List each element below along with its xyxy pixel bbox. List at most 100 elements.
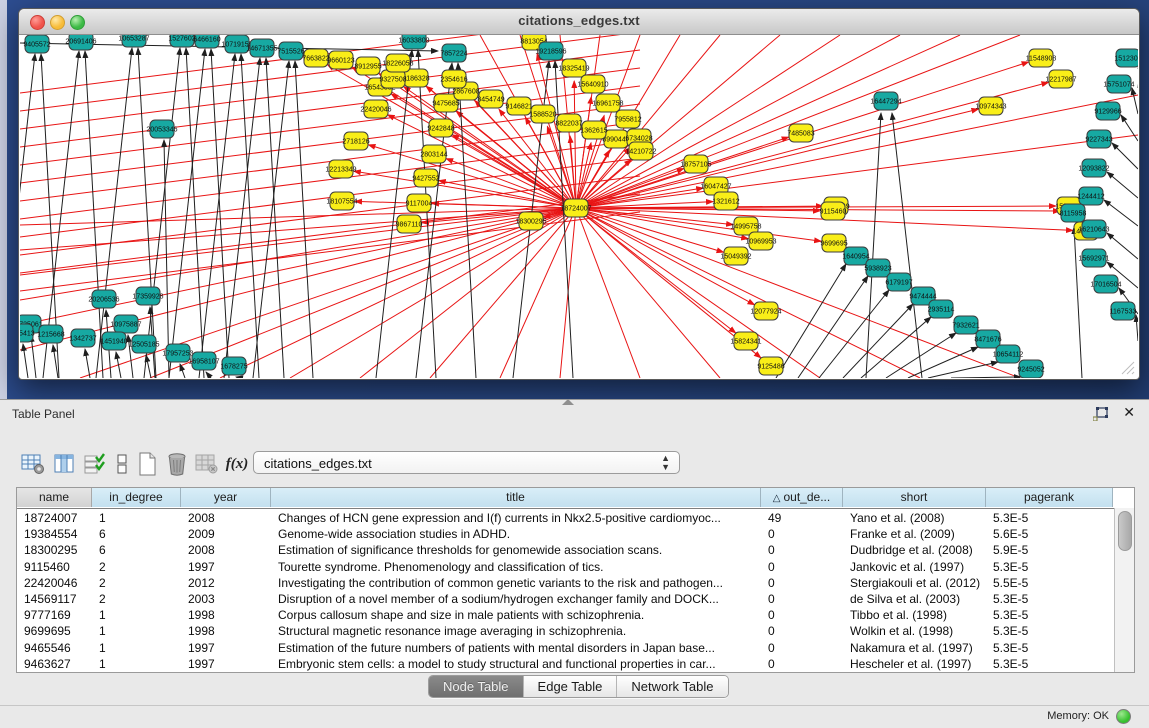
graph-node[interactable]: 9405572 [23,35,50,53]
cell-in_degree[interactable]: 1 [92,607,181,623]
import-table-icon[interactable] [192,450,222,478]
graph-node[interactable]: 1451940 [100,332,127,350]
graph-node[interactable]: 9227343 [1085,130,1112,148]
cell-year[interactable]: 2003 [181,591,271,607]
cell-name[interactable]: 9699695 [17,623,92,639]
cell-in_degree[interactable]: 2 [92,575,181,591]
graph-node[interactable]: 18107554 [326,192,357,210]
cell-title[interactable]: Structural magnetic resonance image aver… [271,623,761,639]
function-builder-icon[interactable]: f(x) [222,450,252,478]
graph-node[interactable]: 9115460 [820,202,847,220]
graph-node[interactable]: 9129966 [1094,102,1121,120]
graph-node[interactable]: 7955812 [614,110,641,128]
graph-node[interactable]: 2803144 [420,145,447,163]
graph-node[interactable]: 11548908 [1026,49,1057,67]
graph-node[interactable]: 18757105 [680,155,711,173]
cell-name[interactable]: 18300295 [17,542,92,558]
network-canvas[interactable]: 8813054183254191564091016961758795581289… [20,35,1138,378]
window-titlebar[interactable]: citations_edges.txt [19,9,1139,35]
cell-short[interactable]: Yano et al. (2008) [843,510,986,526]
cell-name[interactable]: 19384554 [17,526,92,542]
graph-node[interactable]: 9146821 [505,97,532,115]
graph-node[interactable]: 1342737 [69,329,96,347]
cell-pagerank[interactable]: 5.3E-5 [986,640,1113,656]
cell-name[interactable]: 9777169 [17,607,92,623]
table-settings-icon[interactable] [18,450,48,478]
cell-short[interactable]: Hescheler et al. (1997) [843,656,986,672]
resize-grip-icon[interactable] [1119,359,1135,375]
column-header-pagerank[interactable]: pagerank [986,488,1113,507]
graph-node[interactable]: 1215668 [37,325,64,343]
graph-node[interactable]: 8912955 [354,57,381,75]
table-row[interactable]: 946362711997Embryonic stem cells: a mode… [17,656,1113,672]
graph-hub-node[interactable]: 18724007 [560,199,591,217]
graph-node[interactable]: 14210722 [625,142,656,160]
cell-out_de[interactable]: 0 [761,607,843,623]
graph-node[interactable]: 1321612 [712,192,739,210]
cell-pagerank[interactable]: 5.3E-5 [986,656,1113,672]
graph-node[interactable]: 15692971 [1078,249,1109,267]
cell-out_de[interactable]: 0 [761,526,843,542]
graph-node[interactable]: 7485083 [787,124,814,142]
cell-short[interactable]: Wolkin et al. (1998) [843,623,986,639]
graph-node[interactable]: 7663822 [302,49,329,67]
graph-node[interactable]: 20691406 [65,35,96,50]
cell-name[interactable]: 9115460 [17,559,92,575]
graph-node[interactable]: 7857224 [440,44,467,62]
cell-title[interactable]: Embryonic stem cells: a model to study s… [271,656,761,672]
cell-short[interactable]: Stergiakouli et al. (2012) [843,575,986,591]
cell-year[interactable]: 2008 [181,542,271,558]
cell-name[interactable]: 18724007 [17,510,92,526]
table-row[interactable]: 1830029562008Estimation of significance … [17,542,1113,558]
cell-out_de[interactable]: 0 [761,591,843,607]
graph-node[interactable]: 12093822 [1078,159,1109,177]
cell-name[interactable]: 22420046 [17,575,92,591]
cell-in_degree[interactable]: 1 [92,656,181,672]
graph-node[interactable]: 8454749 [477,90,504,108]
graph-node[interactable]: 10974343 [975,97,1006,115]
cell-short[interactable]: Franke et al. (2009) [843,526,986,542]
cell-out_de[interactable]: 49 [761,510,843,526]
graph-node[interactable]: 15640910 [577,75,608,93]
graph-node[interactable]: 9660123 [327,51,354,69]
column-header-title[interactable]: title [271,488,761,507]
cell-in_degree[interactable]: 1 [92,510,181,526]
graph-node[interactable]: 9245052 [1017,360,1044,378]
tab-edge-table[interactable]: Edge Table [524,676,618,697]
graph-node[interactable]: 9699695 [820,234,847,252]
graph-node[interactable]: 7932621 [952,316,979,334]
graph-node[interactable]: 15751074 [1103,75,1134,93]
graph-node[interactable]: 18300295 [515,212,546,230]
graph-node[interactable]: 8822037 [555,114,582,132]
graph-node[interactable]: 12077924 [750,302,781,320]
delete-table-icon[interactable] [162,450,192,478]
column-header-out_de[interactable]: △out_de... [761,488,843,507]
graph-node[interactable]: 7515526 [277,42,304,60]
graph-node[interactable]: 12217987 [1045,70,1076,88]
table-selector-dropdown[interactable]: citations_edges.txt ▲▼ [253,451,680,474]
cell-year[interactable]: 1997 [181,640,271,656]
graph-node[interactable]: 1512304 [1114,49,1138,67]
table-row[interactable]: 1938455462009Genome-wide association stu… [17,526,1113,542]
graph-node[interactable]: 8471676 [974,330,1001,348]
cell-name[interactable]: 14569117 [17,591,92,607]
cell-pagerank[interactable]: 5.3E-5 [986,607,1113,623]
cell-year[interactable]: 2008 [181,510,271,526]
graph-node[interactable]: 9117004 [406,194,433,212]
graph-node[interactable]: 1362615 [580,121,607,139]
table-row[interactable]: 946554611997Estimation of the future num… [17,640,1113,656]
cell-in_degree[interactable]: 2 [92,559,181,575]
column-header-year[interactable]: year [181,488,271,507]
graph-node[interactable]: 3915413 [20,324,35,342]
graph-node[interactable]: 8115958 [1060,204,1087,222]
cell-title[interactable]: Tourette syndrome. Phenomenology and cla… [271,559,761,575]
cell-out_de[interactable]: 0 [761,559,843,575]
cell-title[interactable]: Investigating the contribution of common… [271,575,761,591]
graph-node[interactable]: 1527602 [168,35,195,47]
graph-node[interactable]: 10653287 [118,35,149,47]
cell-pagerank[interactable]: 5.3E-5 [986,559,1113,575]
cell-short[interactable]: Jankovic et al. (1997) [843,559,986,575]
cell-pagerank[interactable]: 5.9E-5 [986,542,1113,558]
cell-year[interactable]: 1998 [181,607,271,623]
graph-node[interactable]: 17016504 [1090,275,1121,293]
